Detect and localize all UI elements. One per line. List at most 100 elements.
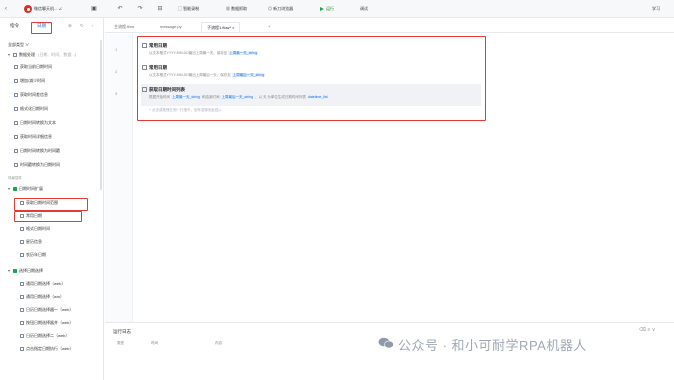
date-tab-highlight <box>31 22 52 34</box>
instruction-label: 获取时间详细信息 <box>20 134 52 139</box>
section-scene-plugins: 场景插件 <box>8 176 22 180</box>
instruction-label: 日历日期选择二（web） <box>26 333 70 338</box>
instruction-icon <box>14 135 18 139</box>
chevron-down-icon: ▾ <box>8 52 11 57</box>
sidebar-item-5[interactable]: 获取时间详细信息 <box>0 132 104 142</box>
instruction-icon <box>20 282 24 286</box>
collapse-icon[interactable]: ‹ <box>92 23 94 28</box>
sidebar-item-1[interactable]: 增加/减少时间 <box>0 76 104 86</box>
sidebar-item-3[interactable]: 格式化日期时间 <box>0 104 104 114</box>
undo-icon[interactable]: ↶ <box>116 5 124 13</box>
instruction-icon <box>20 347 24 351</box>
instruction-icon <box>14 65 18 69</box>
instruction-label: 通用日期选择（web） <box>26 281 66 286</box>
instruction-icon <box>20 295 24 299</box>
instruction-label: 格式化日期时间 <box>20 106 48 111</box>
smart-record-button[interactable]: ▢ 智能录制 <box>178 4 199 14</box>
instruction-icon <box>14 163 18 167</box>
back-icon[interactable]: ‹ <box>2 5 10 13</box>
log-col-type: 类型 <box>117 341 124 345</box>
instruction-icon <box>20 308 24 312</box>
group-pick-label: 选择日期选择 <box>19 268 43 273</box>
instruction-icon <box>20 240 24 244</box>
chevron-down-icon: ▾ <box>8 268 11 273</box>
data-crawl-label: 数据抓取 <box>231 6 248 11</box>
top-toolbar: ‹ 微信聊天机... ∠ ▣ ↶ ↷ ⊟ ▢ 智能录制 ▦ 数据抓取 ◎ 新刀浏… <box>0 0 674 18</box>
redo-icon[interactable]: ↷ <box>136 5 144 13</box>
plugin-icon <box>13 269 17 273</box>
instruction-icon <box>14 107 18 111</box>
chevron-down-icon: ▾ <box>8 186 11 191</box>
sidebar-item-0[interactable]: 获取当前日期时间 <box>0 62 104 72</box>
instruction-label: 星历信息 <box>26 239 42 244</box>
clear-icon[interactable]: ⊗ <box>68 23 72 29</box>
group-date-pick[interactable]: ▾ 选择日期选择 <box>0 266 104 276</box>
group-datetime-ext[interactable]: ▾ 日期时间扩展 <box>0 184 104 194</box>
new-browser-label: 新刀浏览器 <box>273 6 294 11</box>
component-icon[interactable]: ⊟ <box>156 5 164 13</box>
tab-main-flow[interactable]: 主流程.flow <box>109 22 139 32</box>
pick-item-2[interactable]: 日历日期选择器一（web） <box>0 305 104 315</box>
debug-button[interactable]: 调试 <box>360 4 368 14</box>
tab-subflow-1[interactable]: 子流程1.flow* × <box>201 22 241 32</box>
learn-link[interactable]: 学习 <box>652 4 660 14</box>
instruction-label: 日期时间转换为文本 <box>20 120 56 125</box>
instruction-label: 格式日期时间 <box>26 226 50 231</box>
log-title: 运行日志 <box>113 329 131 334</box>
sidebar-item-4[interactable]: 日期时间转换为文本 <box>0 118 104 128</box>
instruction-icon <box>20 334 24 338</box>
plugin-icon <box>13 187 17 191</box>
instruction-label: 日历日期选择器一（web） <box>26 307 74 312</box>
refresh-icon[interactable]: ↻ <box>80 23 84 29</box>
log-controls-icons[interactable]: ⌫ ≡ ∨ <box>639 327 655 333</box>
run-button[interactable]: 运行 <box>320 4 334 14</box>
instruction-label: 通用日期选择（win） <box>26 294 65 299</box>
ext-item-2[interactable]: 格式日期时间 <box>0 224 104 234</box>
instruction-label: 按钮日期选择器并（web） <box>26 320 74 325</box>
ext-item-3[interactable]: 星历信息 <box>0 237 104 247</box>
instruction-icon <box>20 321 24 325</box>
instruction-icon <box>20 253 24 257</box>
pick-item-5[interactable]: 点击指定日期执行（web） <box>0 344 104 354</box>
instruction-label: 点击指定日期执行（web） <box>26 346 74 351</box>
close-icon[interactable]: × <box>232 25 234 30</box>
file-tabs-bar: 主流程.flow message.py 子流程1.flow* × + <box>105 20 674 33</box>
app-title[interactable]: 微信聊天机... ∠ <box>34 4 62 14</box>
data-crawl-button[interactable]: ▦ 数据抓取 <box>226 4 247 14</box>
instruction-icon <box>14 93 18 97</box>
sidebar-item-6[interactable]: 日期时间转换为时间戳 <box>0 146 104 156</box>
pick-item-1[interactable]: 通用日期选择（win） <box>0 292 104 302</box>
sidebar-item-7[interactable]: 时间戳转换为日期时间 <box>0 160 104 170</box>
app-logo <box>24 5 32 13</box>
new-browser-button[interactable]: ◎ 新刀浏览器 <box>268 4 293 14</box>
pick-item-0[interactable]: 通用日期选择（web） <box>0 279 104 289</box>
data-panel-group[interactable]: ▾ 数据处理 (日期、时间、数据...) <box>0 50 104 60</box>
wechat-icon <box>378 337 394 349</box>
data-panel-label: 数据处理 <box>19 52 35 57</box>
data-panel-hint: (日期、时间、数据...) <box>38 52 76 57</box>
type-filter[interactable]: 全部类型 ∨ <box>0 40 104 50</box>
instruction-sidebar: 指令 日期 ⊗ ↻ ‹ 全部类型 ∨ ▾ 数据处理 (日期、时间、数据...) … <box>0 18 104 380</box>
instruction-icon <box>20 227 24 231</box>
line-gutter: 1 2 3 <box>105 34 133 322</box>
instruction-label: 农历年日期 <box>26 252 46 257</box>
sidebar-item-2[interactable]: 获取时间差信息 <box>0 90 104 100</box>
smart-record-label: 智能录制 <box>183 6 200 11</box>
sidebar-tabs: 指令 日期 ⊗ ↻ ‹ <box>0 18 104 34</box>
play-icon <box>320 6 324 11</box>
group-ext-label: 日期时间扩展 <box>19 186 43 191</box>
save-icon[interactable]: ▣ <box>90 5 98 13</box>
pick-item-4[interactable]: 日历日期选择二（web） <box>0 331 104 341</box>
tab-message-py[interactable]: message.py <box>155 22 187 32</box>
sidebar-scrollbar[interactable] <box>100 40 102 190</box>
tab-subflow-label: 子流程1.flow* <box>207 25 232 30</box>
pick-item-3[interactable]: 按钮日期选择器并（web） <box>0 318 104 328</box>
ext-item-4[interactable]: 农历年日期 <box>0 250 104 260</box>
ext-item-highlight-1 <box>14 198 88 211</box>
run-label: 运行 <box>326 6 334 11</box>
line-number: 2 <box>115 69 118 74</box>
log-col-content: 内容 <box>215 341 222 345</box>
tab-instructions[interactable]: 指令 <box>10 23 19 29</box>
instruction-icon <box>14 121 18 125</box>
add-tab-button[interactable]: + <box>263 22 275 32</box>
